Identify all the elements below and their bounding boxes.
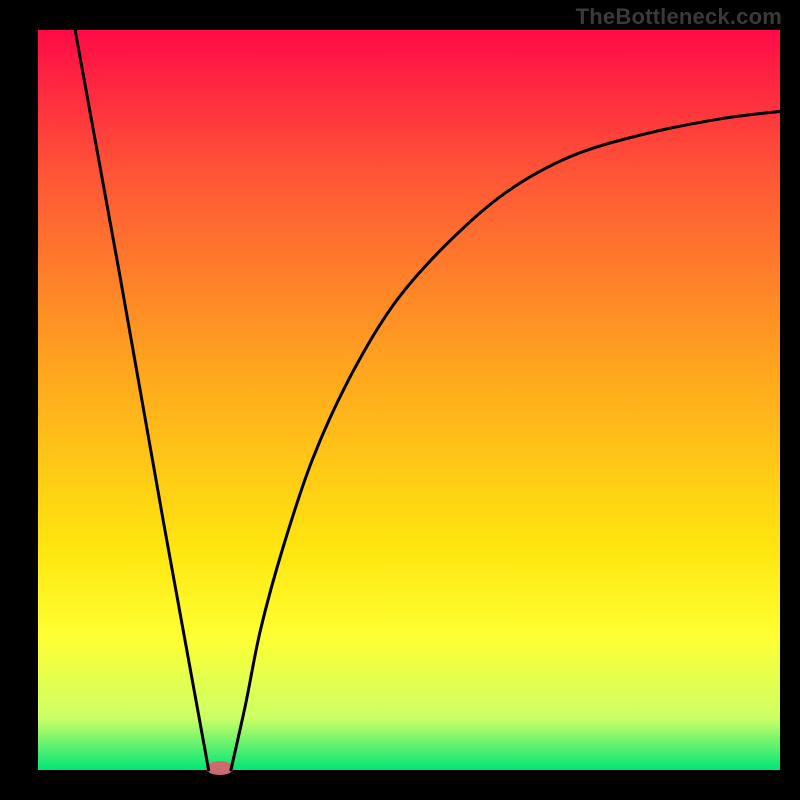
chart-frame: TheBottleneck.com — [0, 0, 800, 800]
bottleneck-chart — [0, 0, 800, 800]
minimum-marker — [206, 761, 234, 775]
plot-background — [38, 30, 780, 770]
